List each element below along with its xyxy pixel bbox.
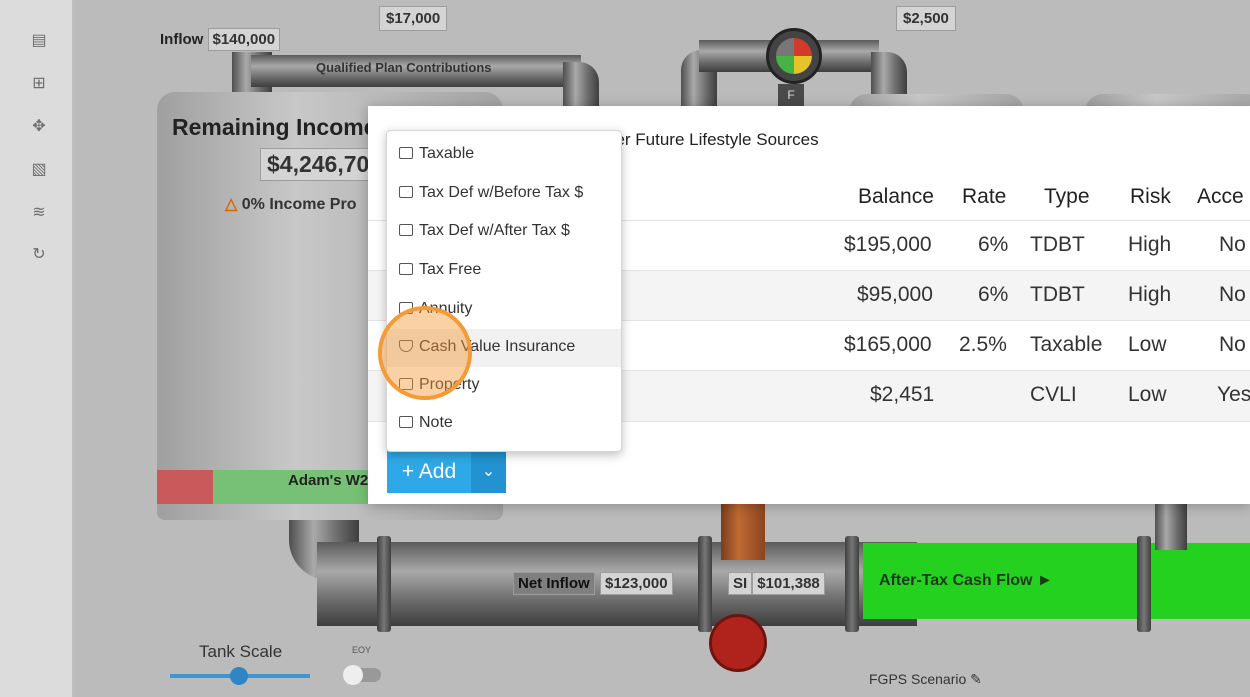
flange-4 (1137, 536, 1151, 632)
chevron-down-icon: ⌄ (481, 463, 496, 480)
toggle-label: EOY (352, 645, 372, 655)
tank-warning: △ 0% Income Pro (225, 196, 357, 213)
add-button[interactable]: + Add (387, 450, 471, 493)
qualified-plan-label: Qualified Plan Contributions (316, 60, 492, 75)
gauge-icon (766, 28, 822, 84)
col-balance: Balance (858, 185, 934, 208)
message-icon[interactable]: ▤ (28, 30, 50, 52)
copper-pipe (721, 500, 765, 560)
folder-icon (399, 263, 413, 275)
inflow-label: Inflow $140,000 (160, 28, 281, 51)
pencil-icon: ✎ (970, 671, 982, 687)
tank-scale-label: Tank Scale (199, 642, 283, 661)
qualified-elbow (563, 62, 599, 108)
left-sidebar: ▤ ⊞ ✥ ▧ ≋ ↻ (0, 0, 73, 697)
tank-title: Remaining Income (172, 114, 377, 140)
add-source-menu: Taxable Tax Def w/Before Tax $ Tax Def w… (386, 130, 622, 452)
tank-amount: $4,246,70 (260, 148, 377, 181)
col-rate: Rate (962, 185, 1007, 208)
gauge-letter: F (778, 84, 804, 106)
folder-icon (399, 147, 413, 159)
warning-icon: △ (225, 196, 238, 213)
folder-icon (399, 186, 413, 198)
folder-icon (399, 416, 413, 428)
move-icon[interactable]: ✥ (28, 116, 50, 138)
flange-1 (377, 536, 391, 632)
valve-icon (709, 614, 767, 672)
add-dropdown-toggle[interactable]: ⌄ (471, 450, 506, 493)
col-access: Acce (1197, 185, 1244, 208)
after-tax-label: After-Tax Cash Flow ► (879, 572, 1053, 589)
col-risk: Risk (1130, 185, 1171, 208)
flange-2 (698, 536, 712, 632)
flange-3 (845, 536, 859, 632)
menu-item-taxable[interactable]: Taxable (387, 136, 621, 174)
menu-item-tax-def-before[interactable]: Tax Def w/Before Tax $ (387, 175, 621, 213)
tank-red-bar (157, 470, 213, 504)
refresh-search-icon[interactable]: ↻ (28, 244, 50, 266)
add-box-icon[interactable]: ⊞ (28, 73, 50, 95)
eoy-toggle[interactable] (343, 665, 381, 685)
col-type: Type (1044, 185, 1090, 208)
drop-pipe (1155, 500, 1187, 550)
rss-icon[interactable]: ≋ (28, 202, 50, 224)
top-amount-1: $17,000 (379, 6, 448, 31)
modal-title: her Future Lifestyle Sources (606, 130, 819, 149)
tank-scale-thumb[interactable] (230, 667, 248, 685)
top-amount-2: $2,500 (896, 6, 956, 31)
net-inflow-label: Net Inflow (513, 572, 595, 595)
stack-icon[interactable]: ▧ (28, 159, 50, 181)
tank-footer: Adam's W2 (288, 472, 369, 489)
folder-icon (399, 224, 413, 236)
fgps-scenario-label: FGPS Scenario ✎ (869, 671, 982, 687)
si-label: SI $101,388 (728, 572, 825, 595)
click-indicator (378, 306, 472, 400)
menu-item-tax-free[interactable]: Tax Free (387, 252, 621, 290)
menu-item-note[interactable]: Note (387, 405, 621, 443)
menu-item-tax-def-after[interactable]: Tax Def w/After Tax $ (387, 213, 621, 251)
net-inflow-value: $123,000 (600, 572, 673, 595)
